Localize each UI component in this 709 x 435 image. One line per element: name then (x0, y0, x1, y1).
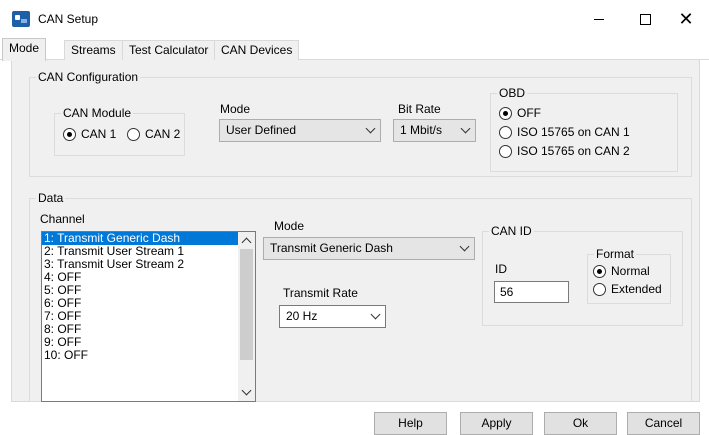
obd-can2-radio[interactable]: ISO 15765 on CAN 2 (499, 144, 630, 158)
can1-radio[interactable]: CAN 1 (63, 127, 116, 141)
radio-checked-icon (499, 106, 512, 120)
radio-checked-icon (593, 264, 606, 278)
format-extended-label: Extended (611, 282, 662, 296)
channel-list[interactable]: 1: Transmit Generic Dash 2: Transmit User… (41, 231, 256, 402)
can1-label: CAN 1 (81, 127, 117, 141)
radio-unchecked-icon (499, 125, 512, 139)
maximize-icon (639, 13, 651, 25)
apply-button[interactable]: Apply (460, 412, 533, 435)
help-button[interactable]: Help (374, 412, 447, 435)
can-configuration-title: CAN Configuration (36, 70, 141, 84)
chevron-down-icon (370, 309, 381, 320)
can-mode-select[interactable]: User Defined (219, 119, 381, 142)
can-mode-value: User Defined (226, 123, 297, 137)
radio-unchecked-icon (593, 282, 606, 296)
close-button[interactable]: ✕ (663, 0, 709, 38)
channel-label: Channel (40, 212, 85, 226)
data-mode-select[interactable]: Transmit Generic Dash (263, 237, 475, 260)
bit-rate-select[interactable]: 1 Mbit/s (393, 119, 476, 142)
tab-streams[interactable]: Streams (64, 40, 123, 60)
can-configuration-group: CAN Configuration CAN Module CAN 1 CAN 2… (29, 70, 692, 177)
obd-can1-radio[interactable]: ISO 15765 on CAN 1 (499, 125, 630, 139)
chevron-down-icon (460, 123, 471, 134)
transmit-rate-value: 20 Hz (286, 309, 318, 323)
channel-list-item[interactable]: 10: OFF (42, 349, 255, 362)
chevron-down-icon (365, 123, 376, 134)
bit-rate-label: Bit Rate (398, 102, 441, 116)
can-mode-label: Mode (220, 102, 251, 116)
bit-rate-value: 1 Mbit/s (400, 123, 443, 137)
can-module-group: CAN Module CAN 1 CAN 2 (54, 106, 185, 156)
can2-label: CAN 2 (145, 127, 181, 141)
obd-group: OBD OFF ISO 15765 on CAN 1 ISO 15765 on … (490, 86, 678, 172)
obd-off-radio[interactable]: OFF (499, 106, 541, 120)
data-title: Data (36, 191, 66, 205)
tab-can-devices[interactable]: CAN Devices (214, 40, 300, 60)
can-id-input[interactable] (494, 281, 569, 303)
id-label: ID (495, 262, 507, 276)
channel-items: 1: Transmit Generic Dash 2: Transmit User… (42, 232, 255, 362)
can2-radio[interactable]: CAN 2 (127, 127, 180, 141)
can-module-title: CAN Module (61, 106, 134, 120)
format-normal-label: Normal (611, 264, 650, 278)
tab-strip: Mode Streams Test Calculator CAN Devices (0, 38, 709, 61)
scroll-thumb[interactable] (240, 249, 253, 360)
scroll-up-icon[interactable] (238, 232, 255, 249)
app-icon (12, 11, 30, 27)
channel-scrollbar[interactable] (238, 232, 255, 401)
data-mode-label: Mode (274, 219, 305, 233)
can-id-group: CAN ID ID Format Normal Extended (482, 224, 683, 326)
obd-can1-label: ISO 15765 on CAN 1 (517, 125, 630, 139)
scroll-down-icon[interactable] (238, 384, 255, 401)
tab-mode[interactable]: Mode (2, 38, 47, 61)
data-group: Data Channel 1: Transmit Generic Dash 2: … (29, 191, 692, 402)
minimize-icon (594, 18, 604, 20)
obd-can2-label: ISO 15765 on CAN 2 (517, 144, 630, 158)
radio-unchecked-icon (127, 127, 140, 141)
obd-title: OBD (497, 86, 528, 100)
maximize-button[interactable] (622, 0, 668, 38)
obd-off-label: OFF (517, 106, 541, 120)
format-title: Format (594, 247, 637, 261)
transmit-rate-label: Transmit Rate (283, 286, 358, 300)
window-title: CAN Setup (38, 12, 99, 26)
minimize-button[interactable] (576, 0, 622, 38)
close-icon: ✕ (678, 8, 694, 29)
data-mode-value: Transmit Generic Dash (270, 241, 393, 255)
format-extended-radio[interactable]: Extended (593, 282, 662, 296)
format-normal-radio[interactable]: Normal (593, 264, 650, 278)
cancel-button[interactable]: Cancel (627, 412, 700, 435)
title-bar: CAN Setup ✕ (0, 0, 709, 38)
mode-tab-content: CAN Configuration CAN Module CAN 1 CAN 2… (0, 60, 709, 435)
ok-button[interactable]: Ok (544, 412, 617, 435)
can-id-title: CAN ID (489, 224, 534, 238)
radio-unchecked-icon (499, 144, 512, 158)
tab-test-calculator[interactable]: Test Calculator (122, 40, 216, 60)
transmit-rate-select[interactable]: 20 Hz (279, 305, 386, 328)
chevron-down-icon (459, 241, 470, 252)
radio-checked-icon (63, 127, 76, 141)
format-group: Format Normal Extended (587, 247, 671, 304)
